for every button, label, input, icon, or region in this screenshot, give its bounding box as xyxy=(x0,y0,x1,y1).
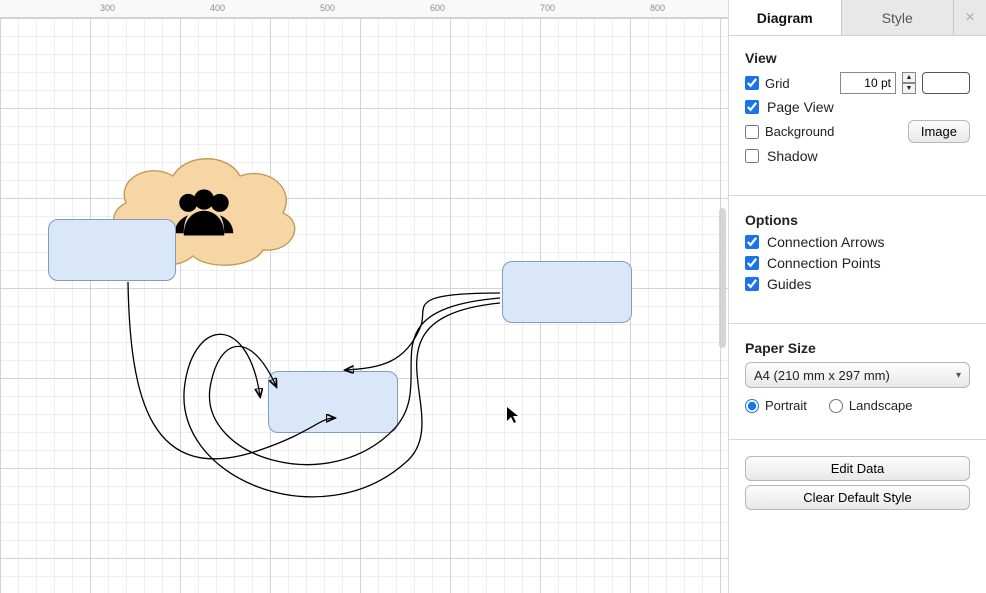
chevron-down-icon: ▾ xyxy=(956,370,961,381)
rect-left[interactable] xyxy=(48,219,176,281)
tab-diagram[interactable]: Diagram xyxy=(729,0,842,35)
ruler-tick: 500 xyxy=(320,3,335,13)
background-label: Background xyxy=(765,124,834,139)
section-paper-title: Paper Size xyxy=(745,340,970,356)
grid-checkbox[interactable] xyxy=(745,76,759,90)
paper-size-select[interactable]: A4 (210 mm x 297 mm) ▾ xyxy=(745,362,970,388)
landscape-label: Landscape xyxy=(849,398,913,413)
pageview-label: Page View xyxy=(767,99,834,115)
shadow-checkbox[interactable] xyxy=(745,149,759,163)
connector-edges xyxy=(0,18,300,168)
close-icon[interactable]: × xyxy=(954,0,986,35)
paper-size-value: A4 (210 mm x 297 mm) xyxy=(754,368,890,383)
clear-default-style-button[interactable]: Clear Default Style xyxy=(745,485,970,510)
grid-color-swatch[interactable] xyxy=(922,72,970,94)
ruler-tick: 800 xyxy=(650,3,665,13)
ruler-tick: 700 xyxy=(540,3,555,13)
background-image-button[interactable]: Image xyxy=(908,120,970,143)
canvas-area[interactable]: 300 400 500 600 700 800 xyxy=(0,0,728,593)
ruler-tick: 300 xyxy=(100,3,115,13)
section-view-title: View xyxy=(745,50,970,66)
portrait-radio[interactable] xyxy=(745,399,759,413)
chevron-up-icon[interactable]: ▲ xyxy=(902,72,916,83)
divider xyxy=(729,439,986,440)
pageview-checkbox[interactable] xyxy=(745,100,759,114)
divider xyxy=(729,195,986,196)
guides-label: Guides xyxy=(767,276,811,292)
connection-arrows-checkbox[interactable] xyxy=(745,235,759,249)
grid-label: Grid xyxy=(765,76,790,91)
ruler-tick: 600 xyxy=(430,3,445,13)
ruler-tick: 400 xyxy=(210,3,225,13)
edit-data-button[interactable]: Edit Data xyxy=(745,456,970,481)
chevron-down-icon[interactable]: ▼ xyxy=(902,83,916,94)
shadow-label: Shadow xyxy=(767,148,818,164)
landscape-radio[interactable] xyxy=(829,399,843,413)
people-icon xyxy=(168,186,240,240)
properties-sidebar: Diagram Style × View Grid ▲ ▼ xyxy=(728,0,986,593)
connection-arrows-label: Connection Arrows xyxy=(767,234,885,250)
cursor-icon xyxy=(506,406,520,427)
portrait-label: Portrait xyxy=(765,398,807,413)
grid-spacing-stepper[interactable]: ▲ ▼ xyxy=(902,72,916,94)
grid-spacing-input[interactable] xyxy=(840,72,896,94)
background-checkbox[interactable] xyxy=(745,125,759,139)
sidebar-tabs: Diagram Style × xyxy=(729,0,986,36)
guides-checkbox[interactable] xyxy=(745,277,759,291)
rect-right[interactable] xyxy=(502,261,632,323)
scrollbar-vertical[interactable] xyxy=(719,208,726,348)
ruler-horizontal: 300 400 500 600 700 800 xyxy=(0,0,728,18)
divider xyxy=(729,323,986,324)
connection-points-checkbox[interactable] xyxy=(745,256,759,270)
connection-points-label: Connection Points xyxy=(767,255,881,271)
rect-mid[interactable] xyxy=(268,371,398,433)
tab-style[interactable]: Style xyxy=(842,0,955,35)
section-options-title: Options xyxy=(745,212,970,228)
